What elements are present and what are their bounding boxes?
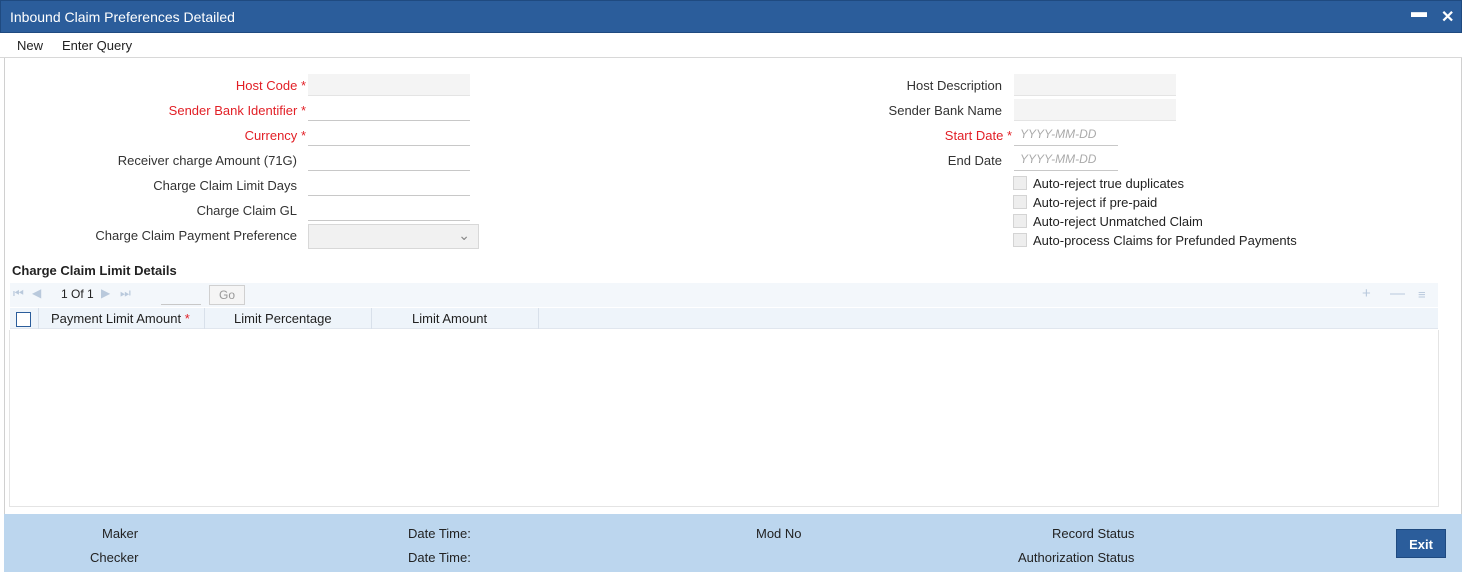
auto-reject-true-duplicates-label: Auto-reject true duplicates <box>1033 176 1185 191</box>
sender-bank-name-field <box>1014 99 1176 121</box>
host-code-label: Host Code * <box>235 78 306 93</box>
column-limit-amount[interactable]: Limit Amount <box>412 311 487 326</box>
sender-bank-identifier-label: Sender Bank Identifier * <box>168 103 306 118</box>
grid-body <box>9 330 1439 507</box>
sender-bank-identifier-field[interactable] <box>308 99 470 121</box>
host-description-field <box>1014 74 1176 96</box>
checker-label: Checker <box>90 550 139 565</box>
charge-claim-payment-preference-select[interactable]: ⌄ <box>308 224 479 249</box>
column-limit-percentage[interactable]: Limit Percentage <box>234 311 332 326</box>
host-code-field[interactable] <box>308 74 470 96</box>
mod-no-label: Mod No <box>756 526 802 541</box>
close-icon[interactable]: ✕ <box>1441 7 1454 27</box>
add-row-icon[interactable]: + <box>1362 285 1371 302</box>
last-page-icon[interactable]: ⏭ <box>120 286 131 301</box>
end-date-label: End Date <box>947 153 1002 168</box>
window-title: Inbound Claim Preferences Detailed <box>10 9 235 25</box>
receiver-charge-amount-field[interactable] <box>308 149 470 171</box>
receiver-charge-amount-label: Receiver charge Amount (71G) <box>117 153 297 168</box>
start-date-label: Start Date * <box>944 128 1012 143</box>
grid-header: Payment Limit Amount * Limit Percentage … <box>10 308 1438 329</box>
exit-button[interactable]: Exit <box>1396 529 1446 558</box>
window-titlebar: Inbound Claim Preferences Detailed ▬ ✕ <box>0 0 1462 33</box>
go-button[interactable]: Go <box>209 285 245 305</box>
sender-bank-name-label: Sender Bank Name <box>888 103 1002 118</box>
audit-footer: Maker Checker Date Time: Date Time: Mod … <box>4 514 1462 572</box>
host-description-label: Host Description <box>906 78 1002 93</box>
charge-claim-limit-days-field[interactable] <box>308 174 470 196</box>
auto-reject-true-duplicates-checkbox[interactable] <box>1013 176 1027 190</box>
menu-new[interactable]: New <box>17 38 43 53</box>
first-page-icon[interactable]: ⏮ <box>13 286 24 301</box>
minimize-icon[interactable]: ▬ <box>1411 4 1427 22</box>
menu-enter-query[interactable]: Enter Query <box>62 38 132 53</box>
grid-toolbar: ⏮ ◀ 1 Of 1 ▶ ⏭ Go + — ≡ <box>10 283 1438 307</box>
auto-process-prefunded-checkbox[interactable] <box>1013 233 1027 247</box>
column-payment-limit-amount[interactable]: Payment Limit Amount * <box>51 311 190 326</box>
auto-reject-if-prepaid-label: Auto-reject if pre-paid <box>1033 195 1158 210</box>
charge-claim-limit-details-title: Charge Claim Limit Details <box>12 263 177 278</box>
charge-claim-limit-days-label: Charge Claim Limit Days <box>153 178 297 193</box>
select-all-checkbox[interactable] <box>16 312 31 327</box>
menu-bar: New Enter Query <box>0 33 1462 58</box>
previous-page-icon[interactable]: ◀ <box>32 286 41 300</box>
currency-field[interactable] <box>308 124 470 146</box>
maker-date-time-label: Date Time: <box>408 526 471 541</box>
delete-row-icon[interactable]: — <box>1390 285 1405 302</box>
record-status-label: Record Status <box>1052 526 1135 541</box>
auto-reject-if-prepaid-checkbox[interactable] <box>1013 195 1027 209</box>
next-page-icon[interactable]: ▶ <box>101 286 110 300</box>
auto-process-prefunded-label: Auto-process Claims for Prefunded Paymen… <box>1033 233 1297 248</box>
maker-label: Maker <box>102 526 139 541</box>
auto-reject-unmatched-claim-checkbox[interactable] <box>1013 214 1027 228</box>
authorization-status-label: Authorization Status <box>1018 550 1135 565</box>
single-view-icon[interactable]: ≡ <box>1418 287 1426 302</box>
checker-date-time-label: Date Time: <box>408 550 471 565</box>
page-number-input[interactable] <box>161 286 201 305</box>
charge-claim-payment-preference-label: Charge Claim Payment Preference <box>95 228 297 243</box>
currency-label: Currency * <box>244 128 306 143</box>
charge-claim-gl-label: Charge Claim GL <box>196 203 297 218</box>
start-date-field[interactable]: YYYY-MM-DD <box>1014 124 1118 146</box>
page-info: 1 Of 1 <box>61 287 94 301</box>
auto-reject-unmatched-claim-label: Auto-reject Unmatched Claim <box>1033 214 1203 229</box>
end-date-field[interactable]: YYYY-MM-DD <box>1014 149 1118 171</box>
charge-claim-gl-field[interactable] <box>308 199 470 221</box>
chevron-down-icon: ⌄ <box>458 227 470 243</box>
